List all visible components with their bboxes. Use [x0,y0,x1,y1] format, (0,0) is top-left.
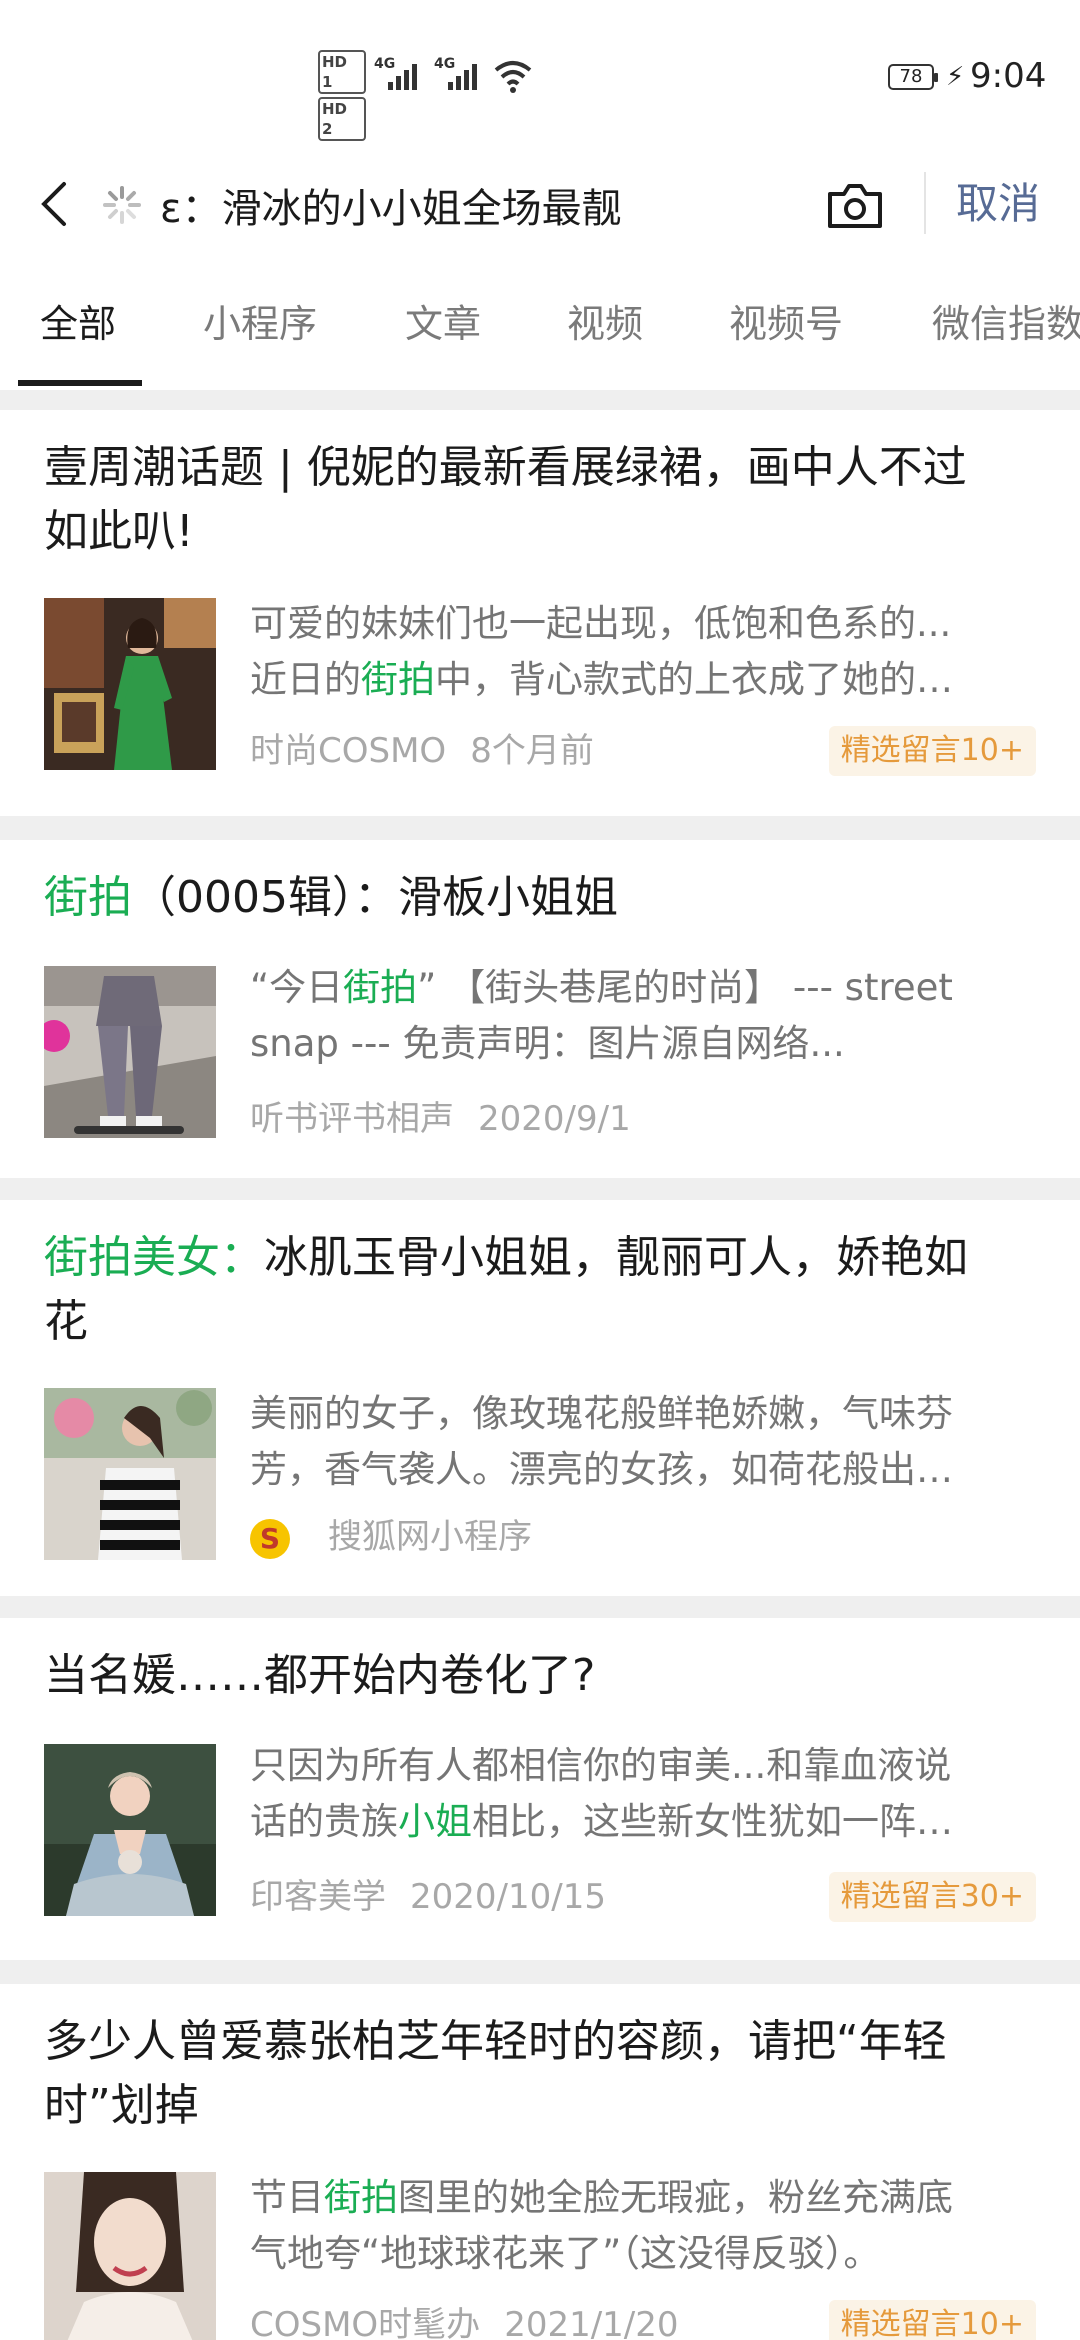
camera-icon[interactable] [826,180,884,230]
result-title[interactable]: 街拍（0005辑）：滑板小姐姐 [44,866,1044,930]
tab-videos[interactable]: 视频 [567,262,643,386]
result-thumbnail[interactable] [44,2172,216,2340]
hd1-label: HD 1 [318,50,366,94]
hd2-label: HD 2 [318,97,366,141]
clock: 9:04 [970,56,1047,96]
back-arrow-icon[interactable] [30,174,80,234]
featured-comments-badge: 精选留言30+ [828,1872,1036,1922]
result-card[interactable]: 街拍美女：冰肌玉骨小姐姐，靓丽可人，娇艳如 花 美丽的女子，像玫瑰花般鲜艳娇嫩，… [0,1200,1080,1596]
network-type-label: 4G [374,56,396,72]
cancel-button[interactable]: 取消 [956,172,1040,236]
result-thumbnail[interactable] [44,598,216,770]
sohu-logo-icon: S [250,1518,290,1559]
tab-all[interactable]: 全部 [40,262,116,386]
status-bar: HD 1 HD 2 4G 4G 78 ⚡ 9:04 [0,0,1080,150]
wifi-icon [494,61,532,93]
result-card[interactable]: 壹周潮话题 | 倪妮的最新看展绿裙，画中人不过 如此叭! 可爱的妹妹们也一起出现… [0,410,1080,816]
hd-indicator: HD 1 HD 2 [318,50,366,144]
result-meta: 听书评书相声 2020/9/1 [250,1094,631,1144]
source-name[interactable]: 搜狐网小程序 [328,1517,532,1557]
source-name[interactable]: COSMO时髦办 [250,2305,480,2340]
result-title[interactable]: 多少人曾爱慕张柏芝年轻时的容颜，请把“年轻 时”划掉 [44,2010,1044,2138]
signal-icon: 4G [434,56,484,96]
result-snippet: 美丽的女子，像玫瑰花般鲜艳娇嫩，气味芬 芳，香气袭人。漂亮的女孩，如荷花般出… [250,1392,953,1491]
tab-channels[interactable]: 视频号 [729,262,843,386]
tab-mini-program[interactable]: 小程序 [203,262,317,386]
filter-tabs: 全部 小程序 文章 视频 视频号 微信指数 [0,262,1080,390]
featured-comments-badge: 精选留言10+ [828,726,1036,776]
result-card[interactable]: 多少人曾爱慕张柏芝年轻时的容颜，请把“年轻 时”划掉 节目街拍图里的她全脸无瑕疵… [0,1984,1080,2340]
charging-icon: ⚡ [946,62,965,92]
result-thumbnail[interactable] [44,1388,216,1560]
source-name[interactable]: 听书评书相声 [250,1099,454,1139]
publish-time: 2021/1/20 [504,2305,679,2340]
result-snippet: 可爱的妹妹们也一起出现，低饱和色系的... 近日的街拍中，背心款式的上衣成了她的… [250,602,953,701]
result-snippet: 只因为所有人都相信你的审美...和靠血液说 话的贵族小姐相比，这些新女性犹如一阵… [250,1744,953,1843]
tab-articles[interactable]: 文章 [405,262,481,386]
featured-comments-badge: 精选留言10+ [828,2300,1036,2340]
source-name[interactable]: 印客美学 [250,1877,386,1917]
source-name[interactable]: 时尚COSMO [250,731,446,771]
result-meta: 印客美学 2020/10/15 [250,1872,606,1922]
result-card[interactable]: 街拍（0005辑）：滑板小姐姐 “今日街拍” 【街头巷尾的时尚】 --- str… [0,840,1080,1178]
result-title[interactable]: 壹周潮话题 | 倪妮的最新看展绿裙，画中人不过 如此叭! [44,436,1044,564]
result-snippet: 节目街拍图里的她全脸无瑕疵，粉丝充满底 气地夸“地球球花来了”（这没得反驳）。 [250,2176,953,2275]
result-meta: 时尚COSMO 8个月前 [250,726,594,776]
search-bar: ɛ：滑冰的小小姐全场最靓 取消 [0,150,1080,263]
tab-wechat-index[interactable]: 微信指数 [932,262,1080,386]
result-thumbnail[interactable] [44,966,216,1138]
loading-spinner-icon [103,186,141,224]
result-title[interactable]: 当名媛……都开始内卷化了? [44,1644,1044,1708]
result-title[interactable]: 街拍美女：冰肌玉骨小姐姐，靓丽可人，娇艳如 花 [44,1226,1044,1354]
network-type-label: 4G [434,56,456,72]
publish-time: 8个月前 [470,731,594,771]
publish-time: 2020/9/1 [478,1099,631,1139]
publish-time: 2020/10/15 [410,1877,606,1917]
battery-icon: 78 [888,64,938,90]
active-tab-indicator [18,380,142,386]
search-query-text: ɛ：滑冰的小小姐全场最靓 [160,186,622,232]
search-input[interactable]: ɛ：滑冰的小小姐全场最靓 [102,170,702,240]
divider [924,172,926,234]
result-meta: S 搜狐网小程序 [250,1512,532,1562]
result-thumbnail[interactable] [44,1744,216,1916]
result-card[interactable]: 当名媛……都开始内卷化了? 只因为所有人都相信你的审美...和靠血液说 话的贵族… [0,1618,1080,1960]
result-meta: COSMO时髦办 2021/1/20 [250,2300,679,2340]
signal-icon: 4G [374,56,424,96]
result-snippet: “今日街拍” 【街头巷尾的时尚】 --- street snap --- 免责声… [250,966,953,1065]
